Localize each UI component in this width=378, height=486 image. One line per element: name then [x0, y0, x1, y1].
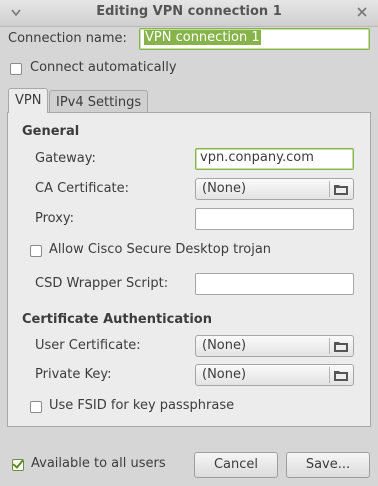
tab-vpn[interactable]: VPN [8, 88, 49, 113]
connection-name-field[interactable]: VPN connection 1 [139, 28, 370, 50]
private-key-value: (None) [202, 367, 247, 382]
allow-csd-label: Allow Cisco Secure Desktop trojan [49, 242, 272, 257]
private-key-label: Private Key: [35, 367, 112, 382]
csd-wrapper-field[interactable] [195, 273, 354, 295]
ca-certificate-chooser[interactable]: (None) [195, 178, 354, 200]
user-certificate-chooser[interactable]: (None) [195, 335, 354, 357]
certificate-authentication-heading: Certificate Authentication [22, 312, 212, 327]
folder-icon [334, 371, 348, 381]
user-certificate-value: (None) [202, 338, 247, 353]
allow-csd-checkbox[interactable] [30, 245, 42, 257]
available-to-all-users-checkbox[interactable] [12, 459, 24, 471]
ca-certificate-label: CA Certificate: [35, 181, 130, 196]
gateway-label: Gateway: [35, 151, 96, 166]
proxy-field[interactable] [195, 208, 354, 230]
title-bar: Editing VPN connection 1 [0, 0, 378, 27]
connect-automatically-label: Connect automatically [30, 60, 177, 75]
tab-ipv4-settings[interactable]: IPv4 Settings [49, 90, 149, 114]
general-heading: General [22, 124, 80, 139]
proxy-label: Proxy: [35, 211, 75, 226]
chooser-separator [329, 367, 330, 383]
user-certificate-label: User Certificate: [35, 338, 141, 353]
private-key-chooser[interactable]: (None) [195, 364, 354, 386]
folder-icon [334, 185, 348, 195]
connection-name-label: Connection name: [8, 31, 127, 46]
cancel-button[interactable]: Cancel [194, 452, 278, 478]
vpn-edit-dialog: Editing VPN connection 1 Connection name… [0, 0, 378, 486]
gateway-field[interactable]: vpn.conpany.com [195, 148, 354, 170]
csd-wrapper-label: CSD Wrapper Script: [35, 276, 169, 291]
folder-icon [334, 342, 348, 352]
window-title: Editing VPN connection 1 [96, 4, 282, 19]
chooser-separator [329, 338, 330, 354]
chooser-separator [329, 181, 330, 197]
use-fsid-label: Use FSID for key passphrase [49, 398, 235, 413]
connect-automatically-checkbox[interactable] [10, 63, 22, 75]
use-fsid-checkbox[interactable] [30, 401, 42, 413]
connection-name-value: VPN connection 1 [144, 30, 261, 45]
ca-certificate-value: (None) [202, 181, 247, 196]
available-to-all-users-label: Available to all users [31, 456, 166, 471]
close-icon [357, 7, 367, 17]
save-button[interactable]: Save... [286, 452, 370, 478]
close-button[interactable] [354, 4, 370, 20]
